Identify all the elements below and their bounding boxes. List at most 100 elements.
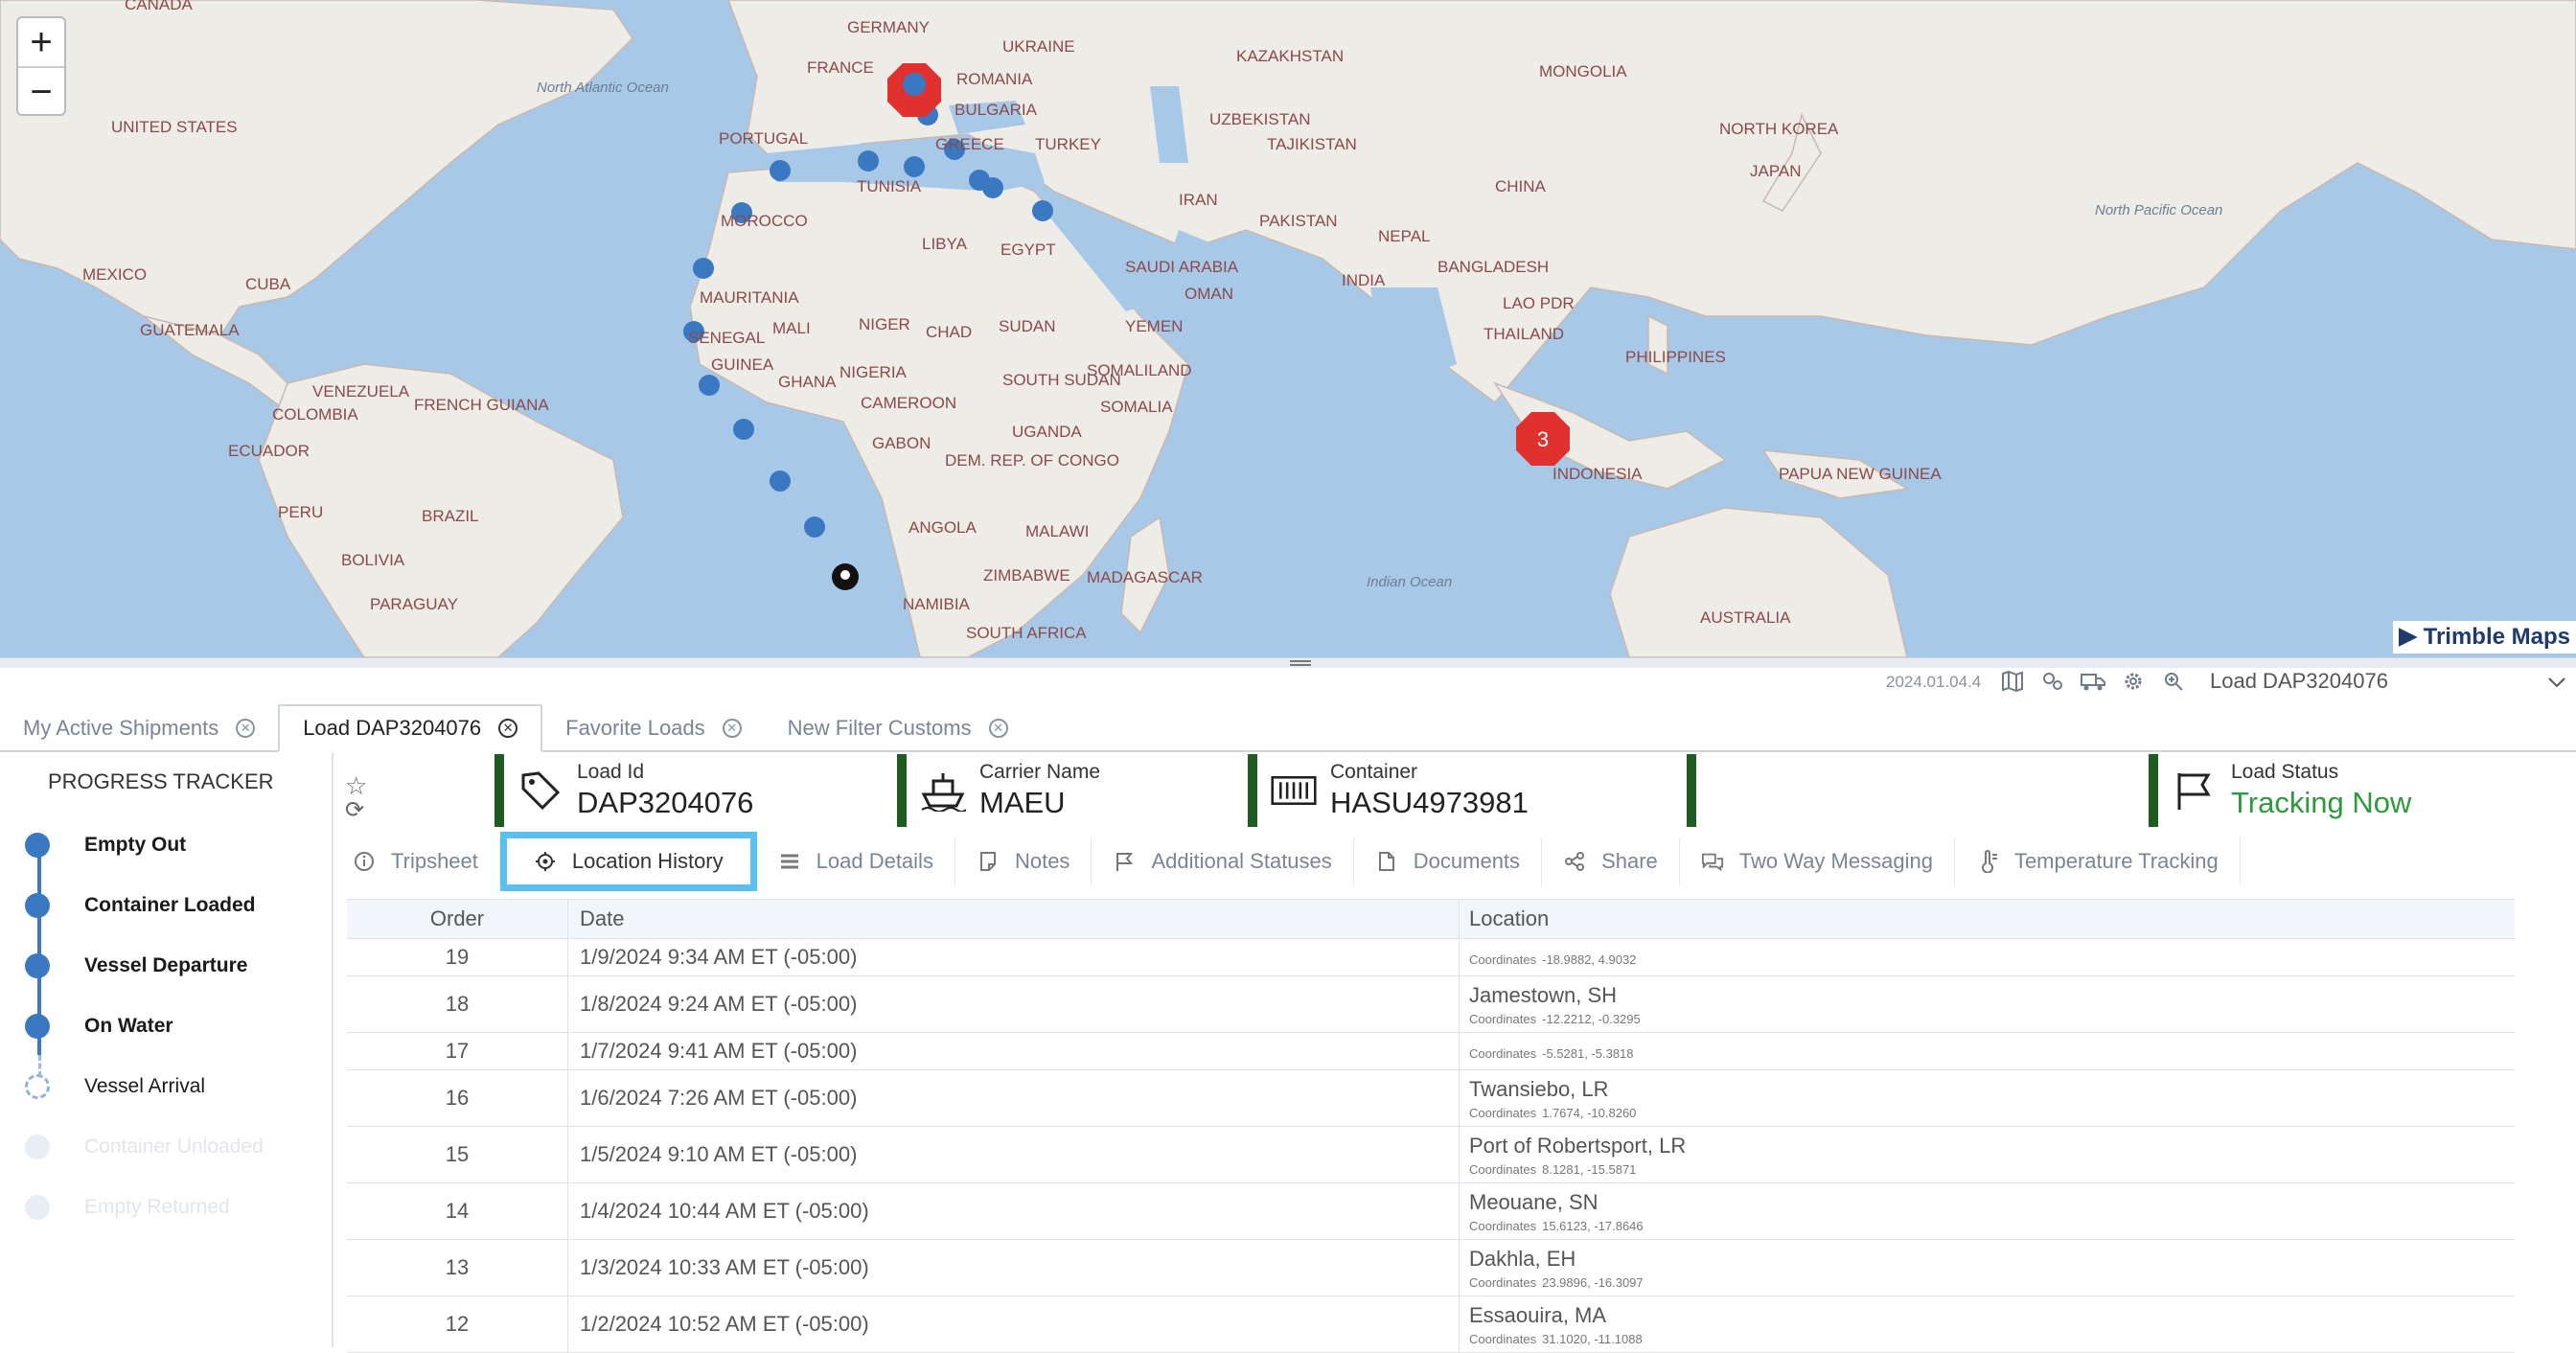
share-icon xyxy=(1563,851,1586,872)
tab-my-active-shipments[interactable]: My Active Shipments ✕ xyxy=(0,706,278,750)
map-label: THAILAND xyxy=(1484,325,1564,343)
close-icon[interactable]: ✕ xyxy=(236,719,256,738)
table-row[interactable]: 15 1/5/2024 9:10 AM ET (-05:00) Port of … xyxy=(347,1127,2515,1183)
table-row[interactable]: 16 1/6/2024 7:26 AM ET (-05:00) Twansieb… xyxy=(347,1070,2515,1127)
map-label: GUINEA xyxy=(711,355,774,374)
table-row[interactable]: 18 1/8/2024 9:24 AM ET (-05:00) Jamestow… xyxy=(347,976,2515,1033)
table-row[interactable]: 14 1/4/2024 10:44 AM ET (-05:00) Meouane… xyxy=(347,1183,2515,1240)
cell-order: 15 xyxy=(445,1142,470,1166)
tab-label: Tripsheet xyxy=(391,849,478,873)
map-label: SOMALIA xyxy=(1100,398,1173,416)
tracker-step-empty-returned: Empty Returned xyxy=(25,1193,230,1222)
settings-cluster-icon[interactable] xyxy=(2039,669,2066,694)
map-label: PAKISTAN xyxy=(1259,212,1338,230)
map-label: SOUTH SUDAN xyxy=(1002,371,1121,389)
map-label: MALAWI xyxy=(1025,522,1089,540)
attribution-text: Trimble Maps xyxy=(2423,624,2570,650)
map-label: ANGOLA xyxy=(908,518,978,537)
map-label: GUATEMALA xyxy=(140,321,240,339)
cell-date: 1/3/2024 10:33 AM ET (-05:00) xyxy=(567,1240,1459,1296)
map-label: VENEZUELA xyxy=(312,382,410,401)
column-header-date[interactable]: Date xyxy=(567,900,1459,938)
zoom-out-button[interactable]: − xyxy=(18,66,64,116)
gear-icon[interactable] xyxy=(2120,669,2147,694)
tracker-step-on-water: On Water xyxy=(25,1012,173,1041)
document-icon xyxy=(1375,851,1398,872)
toolbar-icons xyxy=(1999,669,2187,694)
tab-label: Favorite Loads xyxy=(565,716,705,740)
tab-additional-statuses[interactable]: Additional Statuses xyxy=(1092,837,1354,885)
map-label: CANADA xyxy=(125,0,194,13)
step-label: Empty Out xyxy=(84,834,187,856)
tab-load-dap3204076[interactable]: Load DAP3204076 ✕ xyxy=(278,704,543,752)
tab-favorite-loads[interactable]: Favorite Loads ✕ xyxy=(542,706,765,750)
tab-tripsheet[interactable]: Tripsheet xyxy=(332,837,500,885)
table-row[interactable]: 17 1/7/2024 9:41 AM ET (-05:00) Coordina… xyxy=(347,1033,2515,1070)
cell-location: Essaouira, MA Coordinates 31.1020, -11.10… xyxy=(1459,1296,2515,1352)
map-label: PHILIPPINES xyxy=(1625,348,1726,366)
column-header-order[interactable]: Order xyxy=(347,906,567,931)
tab-new-filter-customs[interactable]: New Filter Customs ✕ xyxy=(765,706,1031,750)
refresh-icon[interactable]: ⟳ xyxy=(345,796,364,824)
carrier-label: Carrier Name xyxy=(979,761,1101,783)
cell-order: 18 xyxy=(445,992,470,1016)
map-label: UNITED STATES xyxy=(111,118,238,136)
map-label: CAMEROON xyxy=(861,394,956,412)
tab-documents[interactable]: Documents xyxy=(1354,837,1543,885)
tracker-step-container-loaded: Container Loaded xyxy=(25,891,256,920)
location-name: Twansiebo, LR xyxy=(1469,1076,1609,1101)
map-label: MALI xyxy=(772,319,811,337)
step-complete-icon xyxy=(25,1014,50,1039)
cell-location: Twansiebo, LR Coordinates 1.7674, -10.826… xyxy=(1459,1070,2515,1126)
map-label: BOLIVIA xyxy=(341,551,405,569)
map-label: SENEGAL xyxy=(688,329,765,347)
location-name: Port of Robertsport, LR xyxy=(1469,1133,1687,1158)
location-coords: Coordinates 1.7674, -10.8260 xyxy=(1469,1105,1637,1120)
truck-icon[interactable] xyxy=(2080,669,2106,694)
close-icon[interactable]: ✕ xyxy=(722,719,742,738)
close-icon[interactable]: ✕ xyxy=(988,719,1008,738)
step-label: Vessel Arrival xyxy=(84,1075,206,1097)
map-label: YEMEN xyxy=(1125,317,1183,335)
chevron-down-icon xyxy=(2547,669,2566,694)
map-icon[interactable] xyxy=(1999,669,2026,694)
cell-location: Coordinates -5.5281, -5.3818 xyxy=(1459,1033,2515,1069)
table-row[interactable]: 13 1/3/2024 10:33 AM ET (-05:00) Dakhla,… xyxy=(347,1240,2515,1296)
tab-temperature-tracking[interactable]: Temperature Tracking xyxy=(1955,837,2241,885)
close-icon[interactable]: ✕ xyxy=(498,719,518,738)
map-label: ZIMBABWE xyxy=(983,566,1070,585)
map-attribution[interactable]: Trimble Maps xyxy=(2392,621,2576,654)
map-label: PAPUA NEW GUINEA xyxy=(1779,465,1942,483)
zoom-icon[interactable] xyxy=(2160,669,2187,694)
location-coords: Coordinates 15.6123, -17.8646 xyxy=(1469,1218,1644,1233)
table-row[interactable]: 19 1/9/2024 9:34 AM ET (-05:00) Coordina… xyxy=(347,939,2515,976)
step-complete-icon xyxy=(25,953,50,978)
tab-share[interactable]: Share xyxy=(1542,837,1680,885)
map-label: NORTH KOREA xyxy=(1719,120,1839,138)
tab-two-way-messaging[interactable]: Two Way Messaging xyxy=(1680,837,1955,885)
tab-notes[interactable]: Notes xyxy=(955,837,1092,885)
tab-label: Share xyxy=(1601,849,1658,873)
tab-location-history[interactable]: Location History xyxy=(499,832,757,891)
tab-label: My Active Shipments xyxy=(23,716,219,740)
column-header-location[interactable]: Location xyxy=(1459,900,2515,938)
tab-load-details[interactable]: Load Details xyxy=(757,837,955,885)
map-label: IRAN xyxy=(1179,191,1218,209)
table-row[interactable]: 12 1/2/2024 10:52 AM ET (-05:00) Essaoui… xyxy=(347,1296,2515,1353)
empty-card xyxy=(1687,754,2137,827)
zoom-in-button[interactable]: + xyxy=(18,18,64,66)
map-label: CUBA xyxy=(245,275,291,293)
map-label: NIGERIA xyxy=(840,363,908,381)
location-history-table: Order Date Location 19 1/9/2024 9:34 AM … xyxy=(347,899,2515,1353)
step-label: Container Unloaded xyxy=(84,1135,264,1158)
map-label: INDONESIA xyxy=(1552,465,1643,483)
map-label: PERU xyxy=(278,503,323,521)
load-selector-dropdown[interactable]: Load DAP3204076 xyxy=(2210,667,2566,696)
map-label: GREECE xyxy=(935,135,1004,153)
trimble-logo-icon xyxy=(2398,628,2418,647)
map-view[interactable]: CANADA UNITED STATES MEXICO CUBA GUATEMA… xyxy=(0,0,2576,657)
chat-icon xyxy=(1701,851,1724,872)
map-label: MOROCCO xyxy=(721,212,808,230)
cell-date: 1/9/2024 9:34 AM ET (-05:00) xyxy=(567,939,1459,975)
step-label: Empty Returned xyxy=(84,1196,230,1218)
